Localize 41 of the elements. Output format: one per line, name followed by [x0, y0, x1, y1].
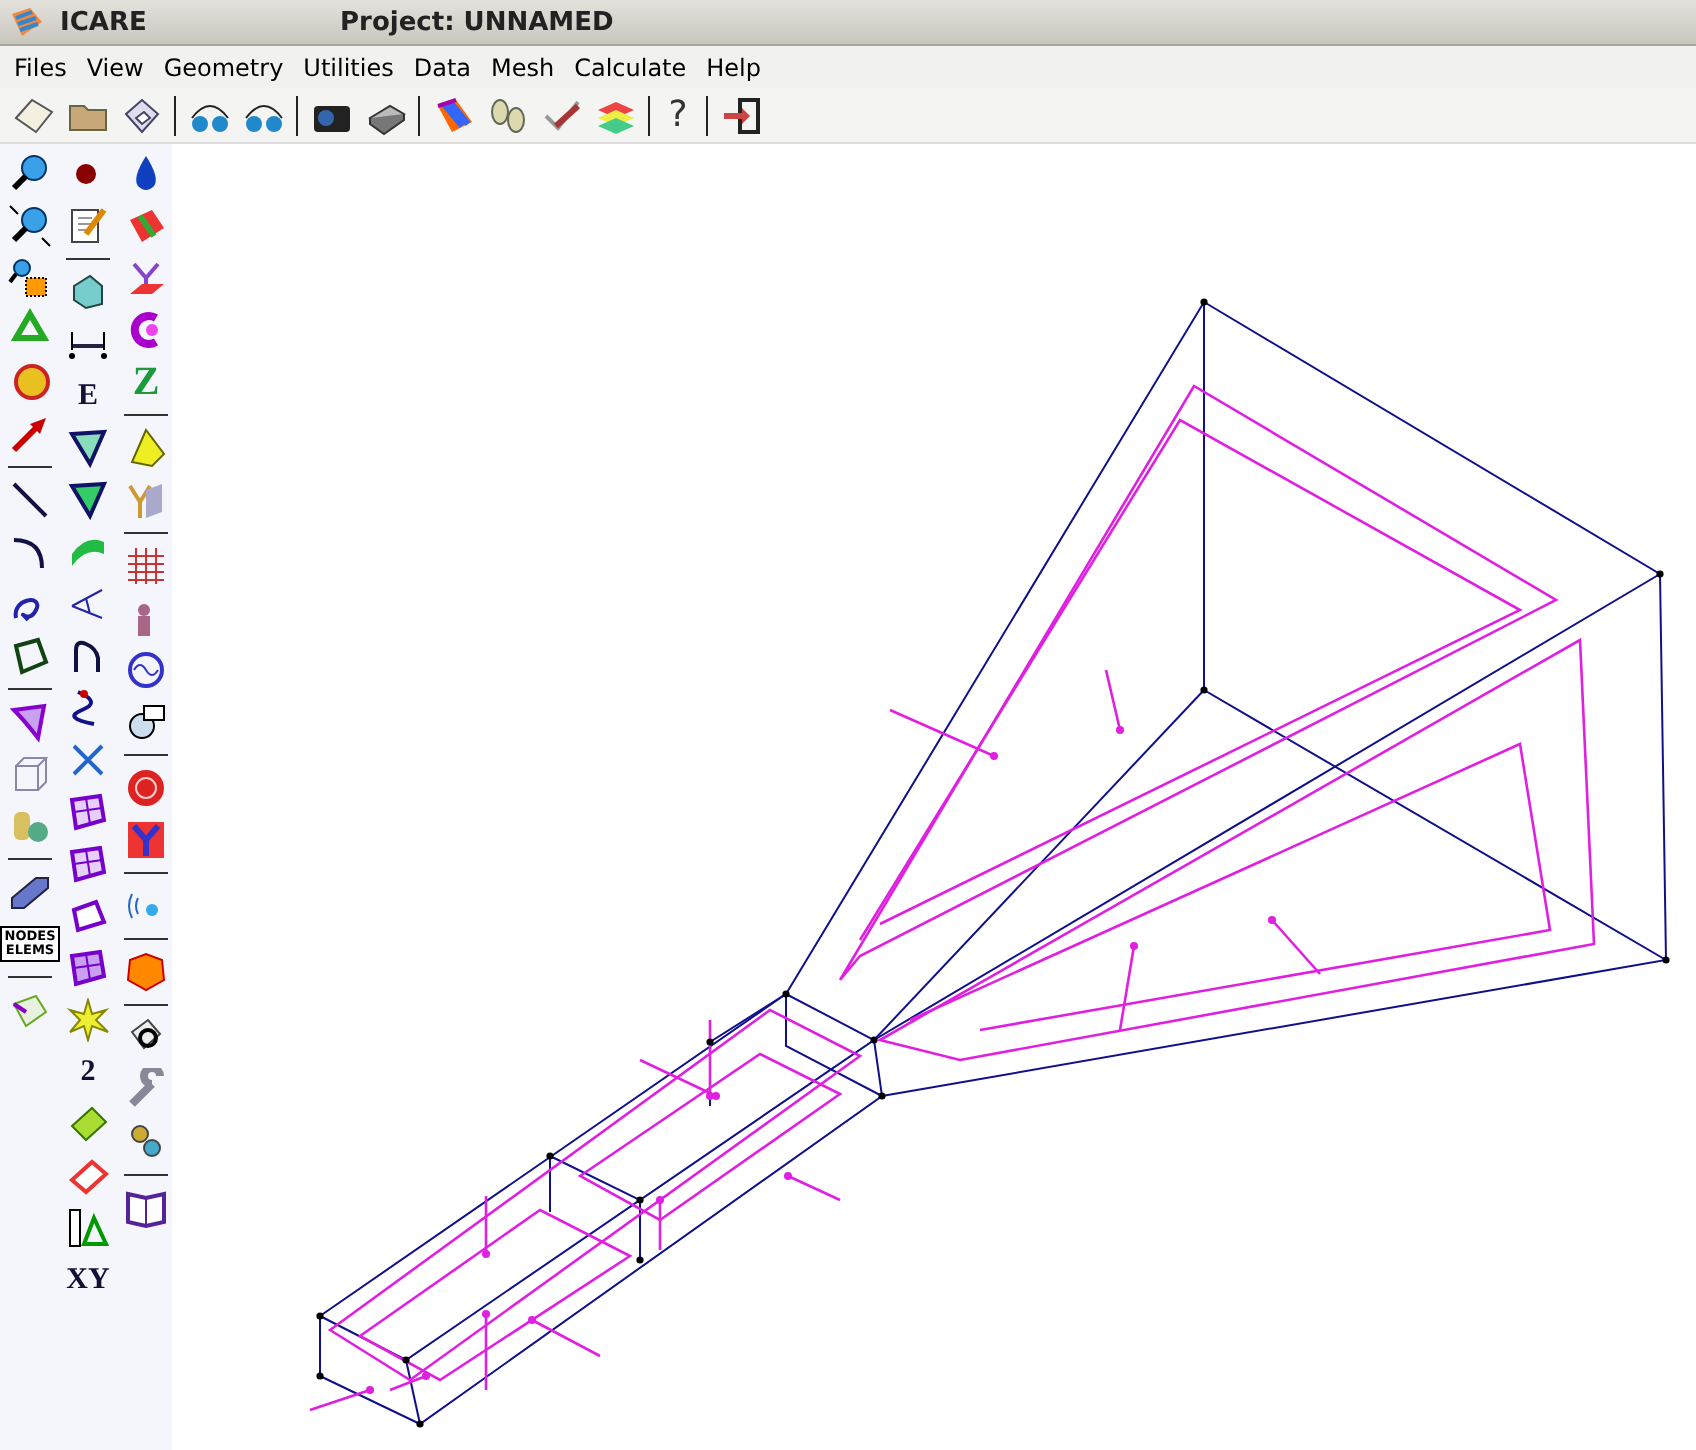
page-icon[interactable]	[11, 93, 55, 137]
app-title: ICARE	[60, 7, 149, 37]
menu-item[interactable]: Mesh	[481, 53, 565, 81]
menu-item[interactable]: View	[76, 53, 154, 81]
menu-item[interactable]: Help	[696, 53, 771, 81]
star-icon[interactable]	[66, 998, 110, 1042]
menu-item[interactable]: Utilities	[293, 53, 404, 81]
arrow-icon[interactable]	[8, 412, 52, 456]
book-icon[interactable]	[124, 1186, 168, 1230]
menu-item[interactable]: Files	[4, 53, 77, 81]
circle-rectangle-icon[interactable]	[124, 700, 168, 744]
help-button[interactable]: ?	[656, 91, 700, 139]
sphere-icon[interactable]	[8, 360, 52, 404]
grid-surface-icon[interactable]	[66, 946, 110, 990]
colored-surface-icon[interactable]	[124, 204, 168, 248]
rainbow-sheet-icon	[8, 6, 44, 38]
polygon-icon[interactable]	[8, 634, 52, 678]
line-icon[interactable]	[8, 478, 52, 522]
grid-sheet-icon[interactable]	[66, 1102, 110, 1146]
sine-wave-icon[interactable]	[124, 648, 168, 692]
ruler-triangle-icon[interactable]	[66, 1206, 110, 1250]
grid-surface-icon[interactable]	[66, 894, 110, 938]
target-icon[interactable]	[124, 766, 168, 810]
rainbow-sheet-icon[interactable]	[431, 93, 475, 137]
letter-tool[interactable]: XY	[66, 1263, 110, 1297]
y-heatmap-icon[interactable]	[124, 818, 168, 862]
grid-icon[interactable]	[124, 544, 168, 588]
triangle-surface-icon[interactable]	[66, 426, 110, 470]
triangle-surface-icon[interactable]	[66, 478, 110, 522]
notepad-pencil-icon[interactable]	[66, 204, 110, 248]
grid-surface-icon[interactable]	[66, 790, 110, 834]
menu-item[interactable]: Geometry	[153, 53, 294, 81]
letter-tool[interactable]: E	[77, 379, 98, 413]
grid-surface-icon[interactable]	[66, 842, 110, 886]
rectangle-outline-icon[interactable]	[66, 1154, 110, 1198]
menu-item[interactable]: Calculate	[564, 53, 697, 81]
window-title: Project: UNNAMED	[340, 7, 614, 37]
letter-tool[interactable]: 2	[80, 1055, 96, 1089]
menu-item[interactable]: Data	[403, 53, 481, 81]
surface-icon[interactable]	[8, 700, 52, 744]
exit-door-icon[interactable]	[719, 93, 763, 137]
